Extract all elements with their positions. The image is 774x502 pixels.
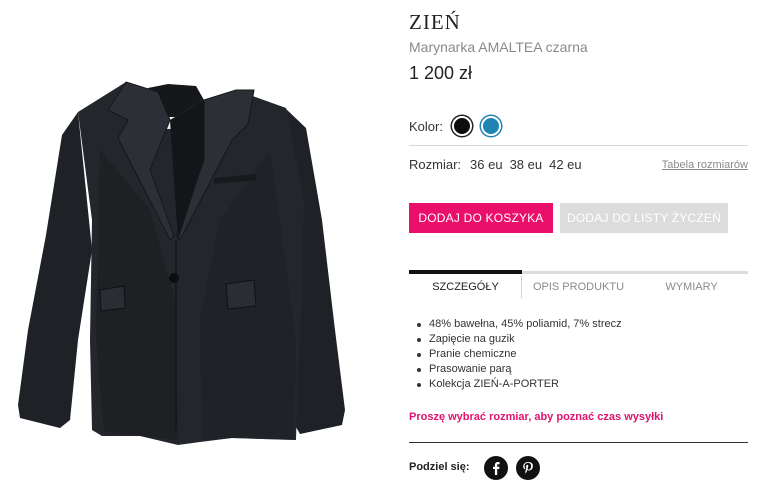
color-label: Kolor: <box>409 118 443 134</box>
tab-description[interactable]: OPIS PRODUKTU <box>522 281 635 293</box>
list-item: Prasowanie parą <box>417 362 622 377</box>
pinterest-icon <box>523 462 533 474</box>
size-option-38[interactable]: 38 eu <box>510 157 543 172</box>
color-swatch-black[interactable] <box>451 116 472 136</box>
facebook-share-button[interactable] <box>484 456 508 480</box>
add-to-cart-button[interactable]: DODAJ DO KOSZYKA <box>409 203 553 233</box>
active-tab-indicator <box>409 270 522 274</box>
size-selector: Rozmiar: 36 eu 38 eu 42 eu Tabela rozmia… <box>409 157 748 172</box>
divider <box>409 145 748 146</box>
color-swatch-blue[interactable] <box>480 116 501 136</box>
list-item: Kolekcja ZIEŃ-A-PORTER <box>417 377 622 392</box>
tab-dimensions[interactable]: WYMIARY <box>635 281 748 293</box>
product-image[interactable] <box>0 0 392 497</box>
facebook-icon <box>493 462 500 475</box>
size-label: Rozmiar: <box>409 157 462 172</box>
list-item: Pranie chemiczne <box>417 347 622 362</box>
size-option-42[interactable]: 42 eu <box>549 157 582 172</box>
list-item: 48% bawełna, 45% poliamid, 7% strecz <box>417 318 622 330</box>
brand-name: ZIEŃ <box>409 10 461 34</box>
list-item: Zapięcie na guzik <box>417 332 622 347</box>
divider <box>409 442 748 443</box>
product-price: 1 200 zł <box>409 63 473 83</box>
size-option-36[interactable]: 36 eu <box>470 157 503 172</box>
add-to-wishlist-button[interactable]: DODAJ DO LISTY ŻYCZEŃ <box>560 203 728 233</box>
pinterest-share-button[interactable] <box>516 456 540 480</box>
details-list: 48% bawełna, 45% poliamid, 7% strecz Zap… <box>415 317 622 392</box>
shipping-notice: Proszę wybrać rozmiar, aby poznać czas w… <box>409 411 664 423</box>
size-table-link[interactable]: Tabela rozmiarów <box>662 159 748 171</box>
blazer-image <box>18 81 345 445</box>
share-label: Podziel się: <box>409 461 470 473</box>
product-title: Marynarka AMALTEA czarna <box>409 39 588 55</box>
color-selector: Kolor: <box>409 116 501 136</box>
tab-details[interactable]: SZCZEGÓŁY <box>409 281 522 293</box>
